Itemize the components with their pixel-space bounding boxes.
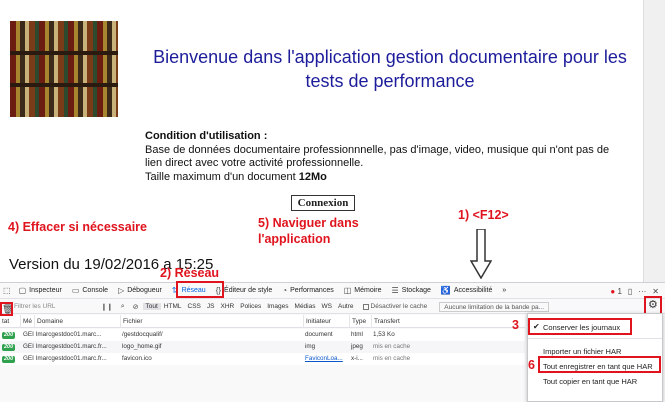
- tab-memory[interactable]: ◫ Mémoire: [339, 283, 387, 299]
- col-file[interactable]: Fichier: [120, 315, 303, 328]
- disable-cache-checkbox[interactable]: [362, 303, 369, 310]
- error-badge[interactable]: ● 1: [610, 287, 622, 296]
- throttle-select[interactable]: Aucune limitation de la bande pa...: [439, 301, 549, 312]
- conditions-block: Condition d'utilisation : Base de donnée…: [145, 130, 640, 184]
- console-icon: ▭: [71, 286, 80, 295]
- request-method: GEI: [23, 343, 34, 350]
- request-transfer: mis en cache: [373, 355, 411, 362]
- highlight-trash: [0, 302, 13, 316]
- col-method[interactable]: Mé: [20, 315, 34, 328]
- conditions-line-1: Base de données documentaire professionn…: [145, 143, 610, 156]
- tab-console[interactable]: ▭ Console: [67, 283, 113, 299]
- down-arrow-icon: [470, 229, 492, 279]
- memory-icon: ◫: [343, 286, 352, 295]
- debugger-icon: ▷: [118, 286, 125, 295]
- request-file: logo_home.gif: [122, 343, 162, 350]
- filter-type-css[interactable]: CSS: [185, 303, 204, 310]
- highlight-save-har: [538, 356, 661, 373]
- request-method: GEI: [23, 355, 34, 362]
- bookshelf-image: [10, 21, 118, 117]
- dock-icon[interactable]: ▯: [628, 287, 632, 296]
- options-menu-icon[interactable]: ···: [638, 287, 646, 296]
- performance-icon: ◔: [282, 286, 288, 295]
- tab-accessibility[interactable]: ♿ Accessibilité: [436, 283, 497, 299]
- annotation-network: 2) Réseau: [160, 266, 220, 280]
- highlight-network-tab: [176, 281, 224, 298]
- requests-table-header: tat Mé Domaine Fichier Initiateur Type T…: [0, 315, 525, 328]
- pause-icon[interactable]: ❙❙: [97, 303, 117, 311]
- close-icon[interactable]: ✕: [652, 287, 659, 296]
- status-badge: 200: [2, 356, 16, 363]
- annotation-step-6: 6: [528, 358, 535, 372]
- filter-type-fonts[interactable]: Polices: [237, 303, 264, 310]
- tab-debugger[interactable]: ▷ Débogueur: [113, 283, 167, 299]
- request-initiator: img: [305, 343, 316, 350]
- highlight-persist-logs: [528, 318, 632, 335]
- request-domain: lmarcgestdoc01.marc...: [36, 331, 102, 338]
- tab-inspector[interactable]: ▢ Inspecteur: [14, 283, 67, 299]
- connect-button[interactable]: Connexion: [291, 195, 355, 211]
- inspector-icon: ▢: [18, 286, 27, 295]
- col-type[interactable]: Type: [349, 315, 371, 328]
- filter-type-html[interactable]: HTML: [161, 303, 185, 310]
- col-status[interactable]: tat: [0, 315, 12, 328]
- request-type: html: [351, 331, 363, 338]
- filter-type-images[interactable]: Images: [264, 303, 291, 310]
- request-initiator[interactable]: FaviconLoa...: [303, 353, 349, 365]
- storage-icon: ☰: [391, 286, 399, 295]
- accessibility-icon: ♿: [440, 286, 451, 295]
- request-transfer: mis en cache: [373, 343, 411, 350]
- menu-import-har[interactable]: Importer un fichier HAR: [543, 347, 621, 356]
- request-type: jpeg: [351, 343, 363, 350]
- devtools-tabs: ⬚ ▢ Inspecteur ▭ Console ▷ Débogueur ⇅ Résea…: [0, 283, 665, 299]
- annotation-step-3: 3: [512, 318, 519, 332]
- menu-divider: [528, 338, 662, 339]
- filter-type-ws[interactable]: WS: [319, 303, 335, 310]
- filter-type-js[interactable]: JS: [204, 303, 218, 310]
- request-initiator: document: [305, 331, 333, 338]
- request-domain: lmarcgestdoc01.marc.fr...: [36, 343, 107, 350]
- network-toolbar: Filtrer les URL ❙❙ ⌕ ⊘ Tout HTML CSS JS …: [0, 300, 665, 314]
- request-method: GEI: [23, 331, 34, 338]
- conditions-line-3: Taille maximum d'un document 12Mo: [145, 170, 327, 183]
- filter-type-media[interactable]: Médias: [292, 303, 319, 310]
- request-file: /gestdocqualif/: [122, 331, 163, 338]
- table-row[interactable]: 200 GEI lmarcgestdoc01.marc.fr... logo_h…: [0, 341, 525, 353]
- filter-type-all[interactable]: Tout: [142, 303, 161, 310]
- page-title: Bienvenue dans l'application gestion doc…: [153, 47, 627, 91]
- filter-urls-input[interactable]: Filtrer les URL: [0, 303, 97, 310]
- page-scrollbar[interactable]: [643, 0, 665, 282]
- block-icon[interactable]: ⊘: [129, 303, 143, 311]
- conditions-heading: Condition d'utilisation :: [145, 130, 268, 142]
- annotation-clear: 4) Effacer si nécessaire: [8, 220, 147, 234]
- table-row[interactable]: 200 GEI lmarcgestdoc01.marc.fr... favico…: [0, 353, 525, 365]
- request-transfer: 1,53 Ko: [373, 331, 395, 338]
- tab-performance[interactable]: ◔ Performances: [277, 283, 338, 299]
- request-file: favicon.ico: [122, 355, 152, 362]
- pick-element-icon[interactable]: ⬚: [0, 283, 14, 299]
- menu-copy-all-har[interactable]: Tout copier en tant que HAR: [543, 377, 637, 386]
- col-domain[interactable]: Domaine: [34, 315, 120, 328]
- disable-cache-label: Désactiver le cache: [370, 303, 428, 310]
- col-transfer[interactable]: Transfert: [371, 315, 525, 328]
- col-initiator[interactable]: Initiateur: [303, 315, 349, 328]
- table-row[interactable]: 200 GEI lmarcgestdoc01.marc... /gestdocq…: [0, 329, 525, 341]
- annotation-f12: 1) <F12>: [458, 208, 509, 222]
- annotation-navigate: 5) Naviguer dans l'application: [258, 216, 359, 246]
- conditions-line-2: lien direct avec votre activité professi…: [145, 157, 364, 169]
- max-size: 12Mo: [298, 170, 327, 183]
- search-icon[interactable]: ⌕: [117, 303, 129, 311]
- tab-storage[interactable]: ☰ Stockage: [387, 283, 436, 299]
- request-domain: lmarcgestdoc01.marc.fr...: [36, 355, 107, 362]
- request-type: x-i...: [351, 355, 363, 362]
- filter-type-xhr[interactable]: XHR: [218, 303, 238, 310]
- more-tabs-icon[interactable]: »: [497, 283, 511, 299]
- status-badge: 200: [2, 344, 16, 351]
- status-badge: 200: [2, 332, 16, 339]
- filter-type-other[interactable]: Autre: [335, 303, 357, 310]
